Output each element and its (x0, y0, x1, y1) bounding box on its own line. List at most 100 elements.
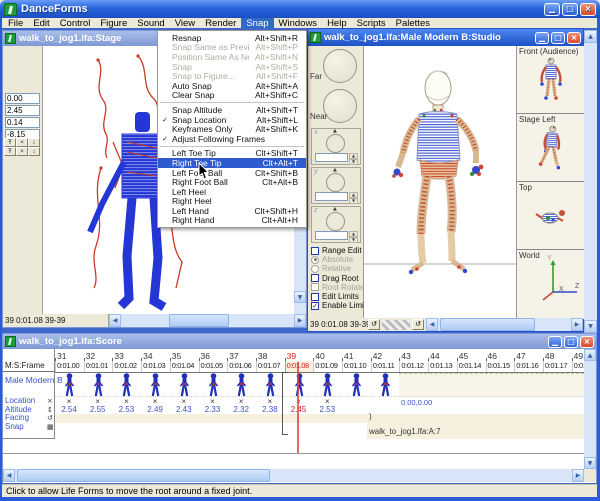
frame-time-33[interactable]: 0:01.02 (112, 361, 141, 372)
studio-close-button[interactable]: × (567, 32, 581, 44)
frame-number-37[interactable]: 37 (227, 351, 255, 361)
snap-menu-item-left-heel[interactable]: Left Heel (158, 187, 306, 197)
snap-menu-item-left-toe-tip[interactable]: Left Toe TipClt+Shift+T (158, 149, 306, 159)
scroll-down-icon[interactable]: ▼ (584, 457, 596, 469)
frame-time-41[interactable]: 0:01.10 (342, 361, 371, 372)
frame-time-45[interactable]: 0:01.14 (457, 361, 486, 372)
studio-maximize-button[interactable]: □ (551, 32, 565, 44)
frame-number-47[interactable]: 47 (514, 351, 542, 361)
score-titlebar[interactable]: walk_to_jog1.lfa:Score ▁ □ × (3, 334, 596, 349)
snap-menu-item-right-toe-tip[interactable]: Right Toe TipClt+Alt+T (158, 158, 306, 168)
frame-time-32[interactable]: 0:01.01 (84, 361, 113, 372)
dial-circle[interactable] (326, 134, 345, 153)
altitude-value-36[interactable]: 2.33 (199, 405, 227, 414)
snap-menu-item-clear-snap[interactable]: Clear SnapAlt+Shift+C (158, 91, 306, 101)
frame-time-31[interactable]: 0:01.00 (55, 361, 84, 372)
frame-time-38[interactable]: 0:01.07 (256, 361, 285, 372)
score-close-button[interactable]: × (580, 336, 594, 348)
scroll-left-icon[interactable]: ◀ (109, 314, 121, 327)
stage-tool-button-2[interactable]: ↕ (28, 138, 40, 147)
frame-time-46[interactable]: 0:01.15 (486, 361, 515, 372)
frame-number-33[interactable]: 33 (112, 351, 140, 361)
score-maximize-button[interactable]: □ (564, 336, 578, 348)
current-frame-marker[interactable] (297, 362, 299, 454)
frame-time-37[interactable]: 0:01.06 (227, 361, 256, 372)
keyframe-figure-34[interactable] (149, 373, 162, 398)
snap-menu-item-right-hand[interactable]: Right HandClt+Alt+H (158, 216, 306, 226)
scroll-right-icon[interactable]: ▶ (571, 318, 583, 331)
frame-time-40[interactable]: 0:01.09 (313, 361, 342, 372)
altitude-value-38[interactable]: 2.38 (256, 405, 284, 414)
keyframe-figure-36[interactable] (207, 373, 220, 398)
close-button[interactable]: × (580, 3, 596, 16)
frame-number-39[interactable]: 39 (285, 351, 313, 361)
studio-minimize-button[interactable]: ▁ (535, 32, 549, 44)
far-camera-dial[interactable] (323, 49, 357, 83)
frame-number-46[interactable]: 46 (486, 351, 514, 361)
y-rotation-dial[interactable]: y ▲ ▲▼ (311, 167, 361, 204)
dial-circle[interactable] (326, 173, 345, 192)
snap-menu-item-snap-altitude[interactable]: Snap AltitudeAlt+Shift+T (158, 105, 306, 115)
minimize-button[interactable]: ▁ (544, 3, 560, 16)
frame-time-44[interactable]: 0:01.13 (428, 361, 457, 372)
main-titlebar[interactable]: DanceForms ▁ □ × (0, 0, 600, 18)
score-timeline[interactable]: 310:01.00 ×2.54320:01.01 ×2.55330:01.02 … (3, 349, 596, 483)
altitude-value-40[interactable]: 2.53 (313, 405, 341, 414)
altitude-value-33[interactable]: 2.53 (112, 405, 140, 414)
frame-number-40[interactable]: 40 (313, 351, 341, 361)
x-slider[interactable] (315, 153, 348, 162)
stage-horizontal-scrollbar[interactable]: ◀ ▶ (109, 314, 306, 327)
frame-number-38[interactable]: 38 (256, 351, 284, 361)
keyframe-figure-38[interactable] (264, 373, 277, 398)
snap-menu-item-snap[interactable]: SnapAlt+Shift+S (158, 62, 306, 72)
studio-canvas[interactable] (364, 46, 516, 319)
z-slider[interactable] (315, 231, 348, 240)
scroll-up-icon[interactable]: ▲ (584, 349, 596, 361)
spin-down-icon[interactable]: ▼ (349, 198, 358, 204)
studio-option-absolute[interactable]: Absolute (311, 255, 353, 264)
frame-number-36[interactable]: 36 (199, 351, 227, 361)
stage-tool-button-1[interactable]: × (16, 138, 28, 147)
frame-time-48[interactable]: 0:01.17 (543, 361, 572, 372)
view-stage-left[interactable]: Stage Left (517, 114, 585, 182)
keyframe-figure-31[interactable] (63, 373, 76, 398)
near-camera-dial[interactable] (323, 89, 357, 123)
stage-field-2[interactable] (5, 117, 40, 128)
score-vertical-scrollbar[interactable]: ▲ ▼ (584, 349, 596, 469)
snap-menu-item-snap-location[interactable]: ✓Snap LocationAlt+Shift+L (158, 115, 306, 125)
snap-menu-item-position-same-as-next[interactable]: Position Same As NextAlt+Shift+N (158, 52, 306, 62)
stage-field-1[interactable] (5, 105, 40, 116)
x-rotation-dial[interactable]: x ▲ ▲▼ (311, 128, 361, 165)
scroll-thumb[interactable] (169, 314, 229, 327)
maximize-button[interactable]: □ (562, 3, 578, 16)
frame-number-32[interactable]: 32 (84, 351, 112, 361)
scroll-thumb[interactable] (17, 469, 270, 482)
studio-option-range-edit[interactable]: Range Edit (311, 246, 362, 255)
snap-menu-item-keyframes-only[interactable]: Keyframes OnlyAlt+Shift+K (158, 124, 306, 134)
frame-number-48[interactable]: 48 (543, 351, 571, 361)
frame-number-45[interactable]: 45 (457, 351, 485, 361)
frame-time-34[interactable]: 0:01.03 (141, 361, 170, 372)
altitude-value-35[interactable]: 2.43 (170, 405, 198, 414)
studio-horizontal-scrollbar[interactable]: ◀ ▶ (426, 318, 583, 331)
scroll-down-icon[interactable]: ▼ (584, 320, 597, 333)
scroll-right-icon[interactable]: ▶ (572, 469, 584, 482)
z-rotation-dial[interactable]: z ▲ ▲▼ (311, 206, 361, 243)
snap-menu-item-right-foot-ball[interactable]: Right Foot BallClt+Alt+B (158, 177, 306, 187)
studio-titlebar[interactable]: walk_to_jog1.lfa:Male Modern B:Studio ▁ … (308, 29, 583, 46)
frame-number-31[interactable]: 31 (55, 351, 83, 361)
rotate-view-icon[interactable]: ↺ (368, 319, 380, 330)
spin-down-icon[interactable]: ▼ (349, 159, 358, 165)
snap-menu-item-snap-to-figure[interactable]: Snap to Figure...Alt+Shift+F (158, 71, 306, 81)
studio-option-enable-limits[interactable]: ✓Enable Limits (311, 301, 370, 310)
scroll-right-icon[interactable]: ▶ (294, 314, 306, 327)
scroll-left-icon[interactable]: ◀ (3, 469, 15, 482)
frame-number-41[interactable]: 41 (342, 351, 370, 361)
scroll-up-icon[interactable]: ▲ (584, 30, 597, 43)
frame-number-44[interactable]: 44 (428, 351, 456, 361)
altitude-value-34[interactable]: 2.49 (141, 405, 169, 414)
score-minimize-button[interactable]: ▁ (548, 336, 562, 348)
spin-down-icon[interactable]: ▼ (349, 237, 358, 243)
view-world[interactable]: World Y X Z (517, 250, 585, 318)
frame-time-36[interactable]: 0:01.05 (199, 361, 228, 372)
